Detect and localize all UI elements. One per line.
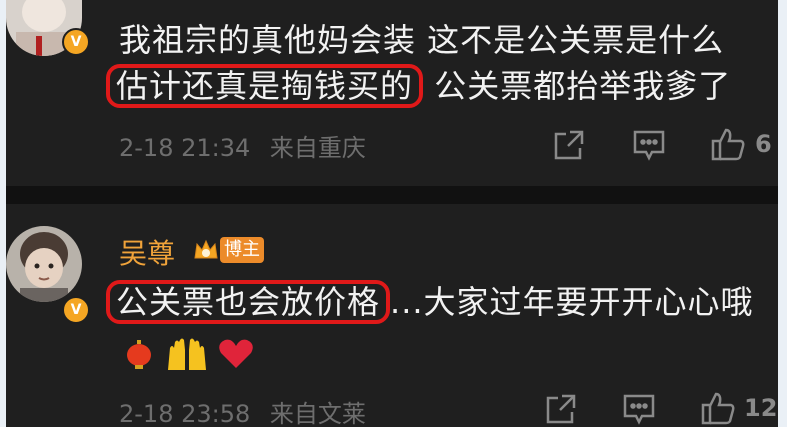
like-icon[interactable] (710, 126, 746, 162)
comment-item: V 吴尊 博主 公关票也会放价格 ...大家过年要开开心心哦 2-18 23:5… (6, 204, 778, 427)
comment-feed: V 我祖宗的真他妈会装 这不是公关票是什么 估计还真是掏钱买的 公关票都抬举我爹… (6, 0, 778, 427)
comment-icon[interactable] (632, 128, 666, 162)
comment-icon[interactable] (622, 392, 656, 426)
highlighted-text: 公关票也会放价格 (106, 280, 391, 324)
like-count: 6 (755, 130, 772, 158)
crown-icon (192, 236, 220, 264)
verified-icon: V (62, 296, 90, 324)
timestamp: 2-18 21:34 (119, 134, 251, 162)
lantern-emoji (124, 340, 154, 374)
like-count: 12 (744, 394, 778, 422)
comment-text-rest: ...大家过年要开开心心哦 (390, 283, 754, 321)
verified-icon: V (62, 28, 90, 56)
author-badge: 博主 (220, 237, 264, 263)
raised-hands-emoji (164, 336, 210, 376)
timestamp: 2-18 23:58 (119, 400, 251, 427)
comment-meta: 2-18 23:58 来自文莱 (119, 394, 366, 427)
share-icon[interactable] (552, 128, 586, 162)
share-icon[interactable] (544, 392, 578, 426)
avatar[interactable] (6, 226, 82, 302)
comment-meta: 2-18 21:34 来自重庆 (119, 128, 366, 163)
comment-text-rest: 公关票都抬举我爹了 (434, 67, 732, 105)
heart-emoji (218, 338, 254, 374)
highlighted-text: 估计还真是掏钱买的 (106, 64, 424, 108)
like-icon[interactable] (700, 390, 736, 426)
location: 来自文莱 (269, 400, 366, 427)
location: 来自重庆 (269, 134, 366, 162)
comment-text-line2: 估计还真是掏钱买的 公关票都抬举我爹了 (106, 64, 731, 108)
username[interactable]: 吴尊 (119, 232, 175, 272)
divider (6, 186, 778, 204)
comment-text-line1: 我祖宗的真他妈会装 这不是公关票是什么 (119, 21, 725, 59)
comment-text: 公关票也会放价格 ...大家过年要开开心心哦 (106, 280, 754, 324)
comment-item: V 我祖宗的真他妈会装 这不是公关票是什么 估计还真是掏钱买的 公关票都抬举我爹… (6, 0, 778, 186)
